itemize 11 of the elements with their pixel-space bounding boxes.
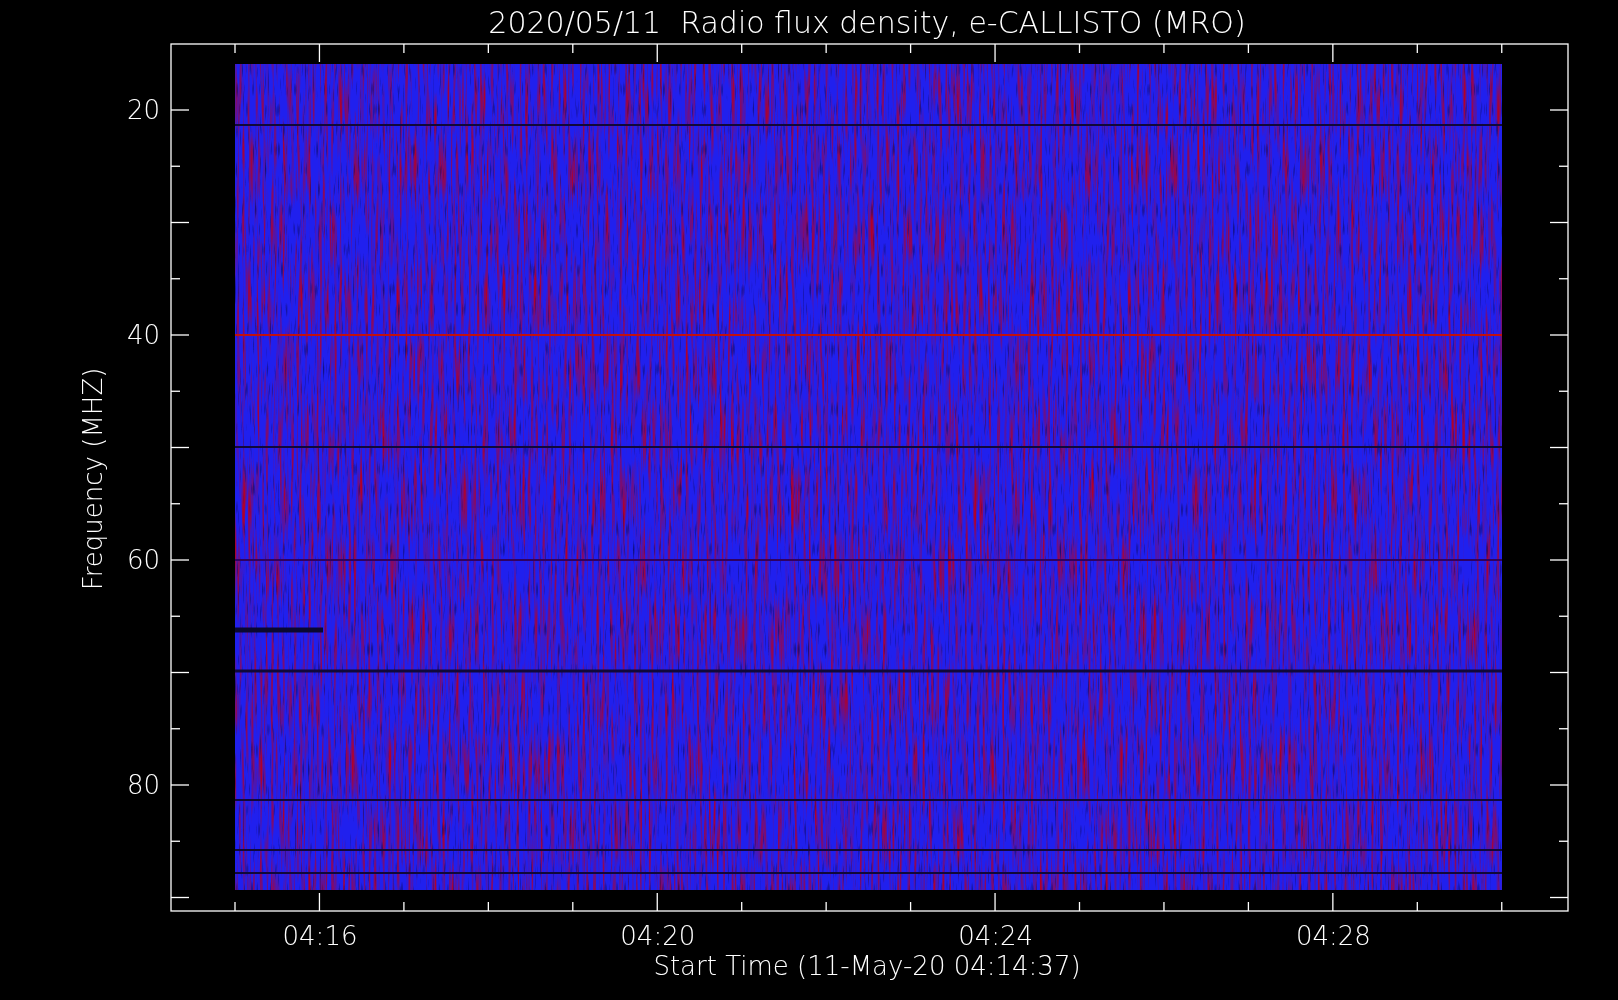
y-axis-label: Frequency (MHZ) (78, 367, 108, 591)
chart-title: 2020/05/11 Radio flux density, e-CALLISTO (MRO) (488, 5, 1246, 40)
y-tick-label: 60 (126, 545, 160, 575)
x-tick-label: 04:20 (620, 921, 696, 951)
y-tick-label: 40 (126, 320, 160, 350)
x-axis-label: Start Time (11-May-20 04:14:37) (653, 951, 1081, 981)
x-tick-label: 04:28 (1295, 921, 1371, 951)
x-tick-label: 04:24 (958, 921, 1034, 951)
y-tick-label: 80 (126, 770, 160, 800)
x-tick-label: 04:16 (282, 921, 358, 951)
y-tick-label: 20 (126, 95, 160, 125)
